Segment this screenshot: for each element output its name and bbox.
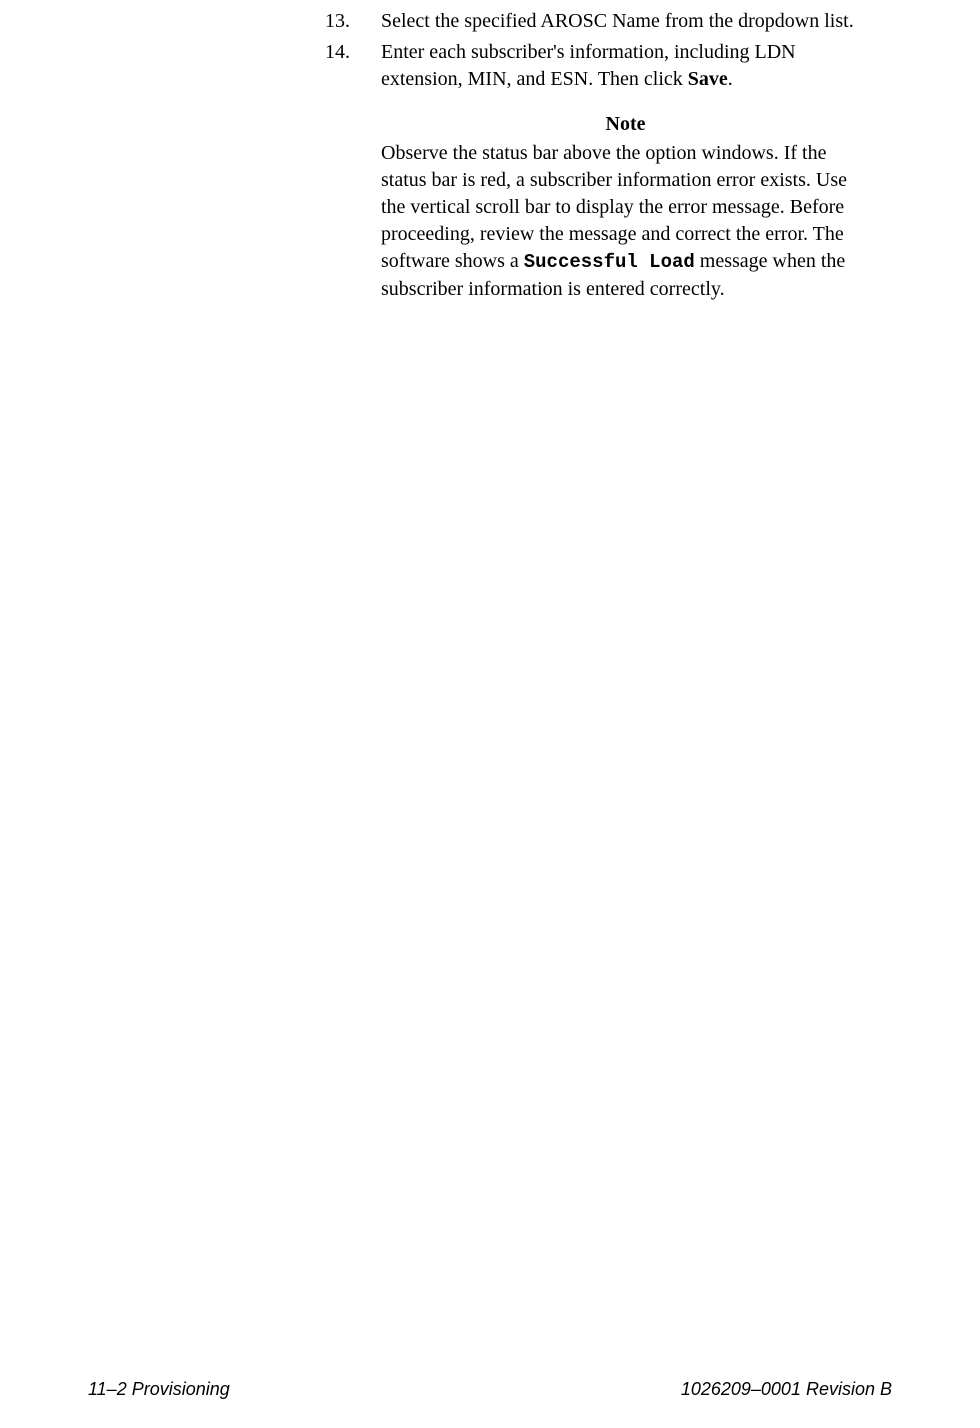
step-text-after: . — [728, 68, 733, 90]
step-text-before: Enter each subscriber's information, inc… — [381, 41, 796, 90]
step-14: 14. Enter each subscriber's information,… — [325, 39, 870, 93]
step-text: Enter each subscriber's information, inc… — [381, 39, 870, 93]
page-footer: 11–2 Provisioning 1026209–0001 Revision … — [0, 1379, 980, 1400]
note-section: Note Observe the status bar above the op… — [325, 113, 870, 303]
step-13: 13. Select the specified AROSC Name from… — [325, 8, 870, 35]
step-number: 14. — [325, 39, 381, 93]
footer-left: 11–2 Provisioning — [88, 1379, 230, 1400]
step-text-bold: Save — [688, 68, 728, 90]
step-text: Select the specified AROSC Name from the… — [381, 8, 870, 35]
page-content: 13. Select the specified AROSC Name from… — [0, 0, 980, 303]
step-number: 13. — [325, 8, 381, 35]
note-heading: Note — [381, 113, 870, 136]
note-body-mono: Successful Load — [524, 251, 695, 273]
note-body: Observe the status bar above the option … — [381, 140, 870, 303]
footer-right: 1026209–0001 Revision B — [681, 1379, 892, 1400]
